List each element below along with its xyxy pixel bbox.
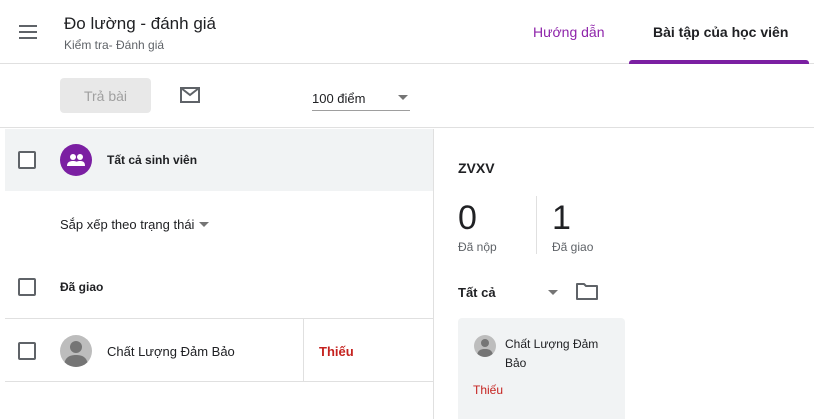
mail-icon[interactable] [180, 87, 200, 103]
tab-student-work[interactable]: Bài tập của học viên [653, 0, 788, 64]
sort-dropdown[interactable]: Sắp xếp theo trạng thái [60, 217, 194, 232]
filter-dropdown[interactable]: Tất cả [458, 285, 496, 300]
assigned-group-checkbox[interactable] [18, 278, 36, 296]
student-list-panel: Tất cả sinh viên Sắp xếp theo trạng thái… [5, 129, 433, 419]
assignment-title: ZVXV [458, 160, 495, 176]
points-value: 100 điểm [312, 91, 366, 106]
caret-down-icon[interactable] [199, 222, 209, 227]
turned-in-count: 0 [458, 199, 477, 237]
all-students-row[interactable]: Tất cả sinh viên [5, 129, 433, 191]
divider [5, 318, 433, 319]
divider [5, 381, 433, 382]
folder-icon[interactable] [576, 282, 598, 300]
class-subtitle: Kiểm tra- Đánh giá [64, 38, 165, 52]
active-tab-indicator [629, 60, 809, 64]
app-header: Đo lường - đánh giá Kiểm tra- Đánh giá H… [0, 0, 814, 64]
card-status-missing: Thiếu [473, 383, 504, 397]
return-button[interactable]: Trả bài [60, 78, 151, 113]
divider [536, 196, 537, 254]
status-missing: Thiếu [319, 344, 354, 359]
group-icon [60, 144, 92, 176]
caret-down-icon[interactable] [548, 290, 558, 295]
all-students-checkbox[interactable] [18, 151, 36, 169]
person-icon [477, 339, 493, 357]
caret-down-icon [398, 95, 408, 100]
assigned-count-label: Đã giao [552, 240, 594, 254]
all-students-label: Tất cả sinh viên [107, 153, 198, 167]
student-name[interactable]: Chất Lượng Đảm Bảo [107, 344, 235, 359]
avatar [474, 335, 496, 357]
assigned-count: 1 [552, 199, 571, 237]
toolbar: Trả bài 100 điểm [0, 65, 814, 128]
card-student-name: Chất Lượng Đảm Bảo [505, 337, 599, 370]
menu-icon[interactable] [14, 20, 42, 44]
student-checkbox[interactable] [18, 342, 36, 360]
student-work-card[interactable]: Chất Lượng Đảm Bảo Thiếu [458, 318, 625, 419]
points-select[interactable]: 100 điểm [312, 87, 410, 111]
class-title: Đo lường - đánh giá [64, 14, 217, 33]
avatar [60, 335, 92, 367]
person-icon [64, 341, 88, 367]
turned-in-label: Đã nộp [458, 240, 497, 254]
tab-instructions[interactable]: Hướng dẫn [533, 0, 604, 64]
divider [303, 319, 304, 381]
panel-divider [433, 129, 434, 419]
assigned-group-label: Đã giao [60, 280, 104, 294]
